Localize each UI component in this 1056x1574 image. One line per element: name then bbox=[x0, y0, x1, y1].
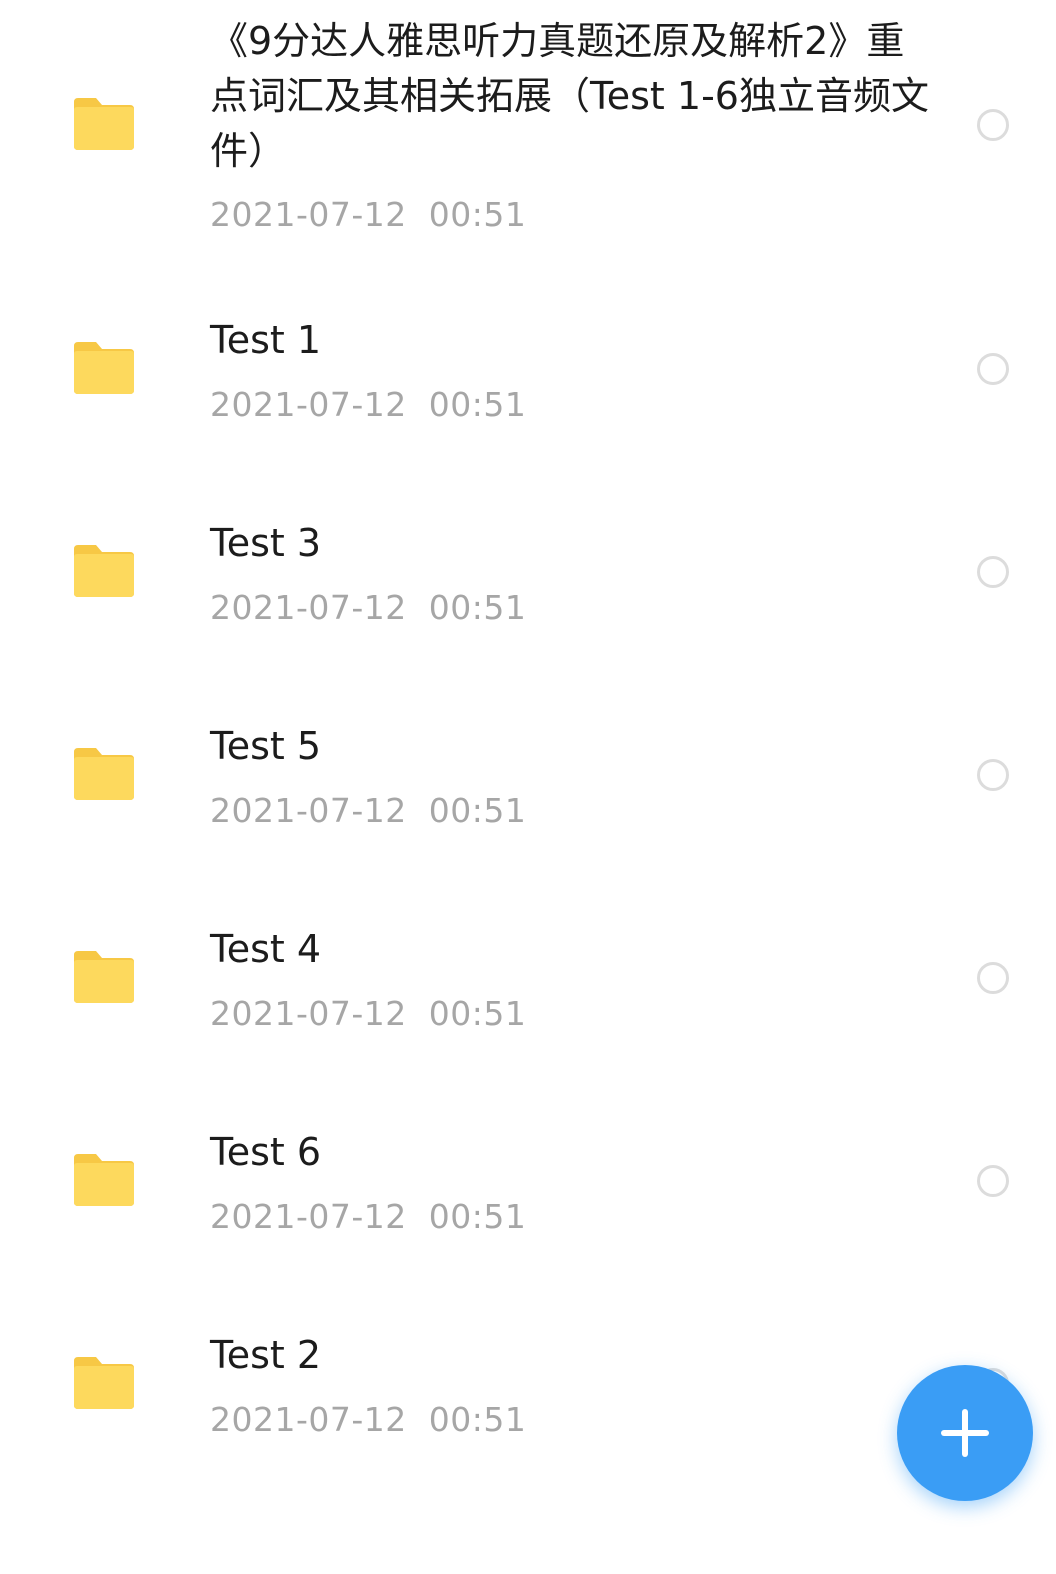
file-name: Test 6 bbox=[210, 1130, 322, 1174]
select-radio[interactable] bbox=[977, 353, 1009, 385]
file-name: Test 3 bbox=[210, 521, 322, 565]
file-name: Test 1 bbox=[210, 318, 322, 362]
file-row[interactable]: Test 6 2021-07-12 00:51 bbox=[0, 1077, 1056, 1280]
file-modified-date: 2021-07-12 00:51 bbox=[210, 1197, 527, 1236]
add-button[interactable] bbox=[897, 1365, 1033, 1501]
file-row[interactable]: Test 4 2021-07-12 00:51 bbox=[0, 874, 1056, 1077]
select-radio[interactable] bbox=[977, 759, 1009, 791]
select-radio[interactable] bbox=[977, 556, 1009, 588]
file-name: Test 2 bbox=[210, 1333, 322, 1377]
file-modified-date: 2021-07-12 00:51 bbox=[210, 195, 527, 234]
file-modified-date: 2021-07-12 00:51 bbox=[210, 588, 527, 627]
select-radio[interactable] bbox=[977, 109, 1009, 141]
file-modified-date: 2021-07-12 00:51 bbox=[210, 385, 527, 424]
file-modified-date: 2021-07-12 00:51 bbox=[210, 994, 527, 1033]
select-radio[interactable] bbox=[977, 962, 1009, 994]
folder-icon bbox=[72, 1355, 136, 1411]
select-radio[interactable] bbox=[977, 1165, 1009, 1197]
file-row[interactable]: Test 2 2021-07-12 00:51 bbox=[0, 1280, 1056, 1483]
file-name: Test 4 bbox=[210, 927, 322, 971]
folder-icon bbox=[72, 96, 136, 152]
file-name: 《9分达人雅思听力真题还原及解析2》重点词汇及其相关拓展（Test 1-6独立音… bbox=[210, 19, 929, 173]
folder-icon bbox=[72, 1152, 136, 1208]
file-modified-date: 2021-07-12 00:51 bbox=[210, 1400, 527, 1439]
folder-icon bbox=[72, 746, 136, 802]
file-name: Test 5 bbox=[210, 724, 322, 768]
folder-icon bbox=[72, 340, 136, 396]
folder-icon bbox=[72, 949, 136, 1005]
file-row[interactable]: 《9分达人雅思听力真题还原及解析2》重点词汇及其相关拓展（Test 1-6独立音… bbox=[0, 0, 1056, 265]
folder-icon bbox=[72, 543, 136, 599]
file-row[interactable]: Test 5 2021-07-12 00:51 bbox=[0, 671, 1056, 874]
file-modified-date: 2021-07-12 00:51 bbox=[210, 791, 527, 830]
file-list: 《9分达人雅思听力真题还原及解析2》重点词汇及其相关拓展（Test 1-6独立音… bbox=[0, 0, 1056, 1574]
file-row[interactable]: Test 1 2021-07-12 00:51 bbox=[0, 265, 1056, 468]
plus-icon bbox=[941, 1409, 989, 1457]
file-row[interactable]: Test 3 2021-07-12 00:51 bbox=[0, 468, 1056, 671]
